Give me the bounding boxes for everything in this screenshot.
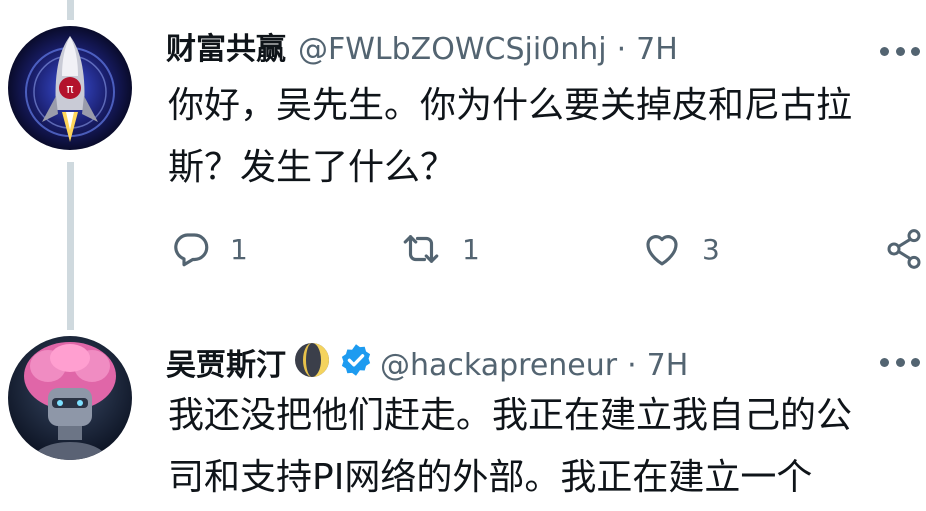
retweet-icon [398, 228, 444, 270]
rocket-avatar-image: π [8, 26, 132, 150]
reply-count: 1 [230, 232, 248, 266]
like-button[interactable]: 3 [640, 228, 720, 270]
tweet-1-text: 你好，吴先生。你为什么要关掉皮和尼古拉 斯？发生了什么？ [168, 75, 852, 199]
thread-line-top [67, 0, 74, 20]
timestamp[interactable]: 7H [647, 346, 689, 386]
more-icon[interactable] [880, 356, 920, 368]
reply-icon [170, 228, 212, 270]
reply-button[interactable]: 1 [170, 228, 248, 270]
tweet-text-line: 斯？发生了什么？ [168, 147, 457, 188]
separator-dot: · [627, 347, 637, 383]
timestamp[interactable]: 7H [636, 30, 678, 70]
share-button[interactable] [884, 226, 924, 272]
like-icon [640, 228, 684, 270]
like-count: 3 [702, 232, 720, 266]
tweet-text-line: 你好，吴先生。你为什么要关掉皮和尼古拉 [168, 85, 853, 126]
author-name[interactable]: 吴贾斯汀 [166, 346, 286, 386]
tweet-2-text: 我还没把他们赶走。我正在建立我自己的公 司和支持PI网络的外部。我正在建立一个 [168, 385, 852, 509]
avatar-tweet-2[interactable] [8, 336, 132, 460]
separator-dot: · [616, 32, 627, 67]
svg-text:π: π [66, 82, 73, 96]
author-handle[interactable]: @FWLbZOWCSji0nhj [298, 30, 607, 70]
tweet-text-line: 我还没把他们赶走。我正在建立我自己的公 [168, 395, 853, 436]
verified-badge-icon [338, 342, 374, 389]
thread-line-between [67, 162, 74, 330]
share-icon [884, 226, 924, 272]
more-icon[interactable] [880, 45, 920, 57]
retweet-button[interactable]: 1 [398, 228, 480, 270]
author-handle[interactable]: @hackapreneur [380, 346, 617, 386]
tweet-text-line: 司和支持PI网络的外部。我正在建立一个 [168, 457, 813, 498]
author-name[interactable]: 财富共赢 [166, 30, 286, 70]
avatar-tweet-1[interactable]: π [8, 26, 132, 150]
robot-avatar-image [8, 336, 132, 460]
tweet-2-header: 吴贾斯汀 @hackapreneur · 7H [166, 340, 688, 391]
tweet-1-header: 财富共赢 @FWLbZOWCSji0nhj · 7H [166, 30, 678, 70]
moon-emoji-icon [292, 340, 332, 391]
retweet-count: 1 [462, 232, 480, 266]
